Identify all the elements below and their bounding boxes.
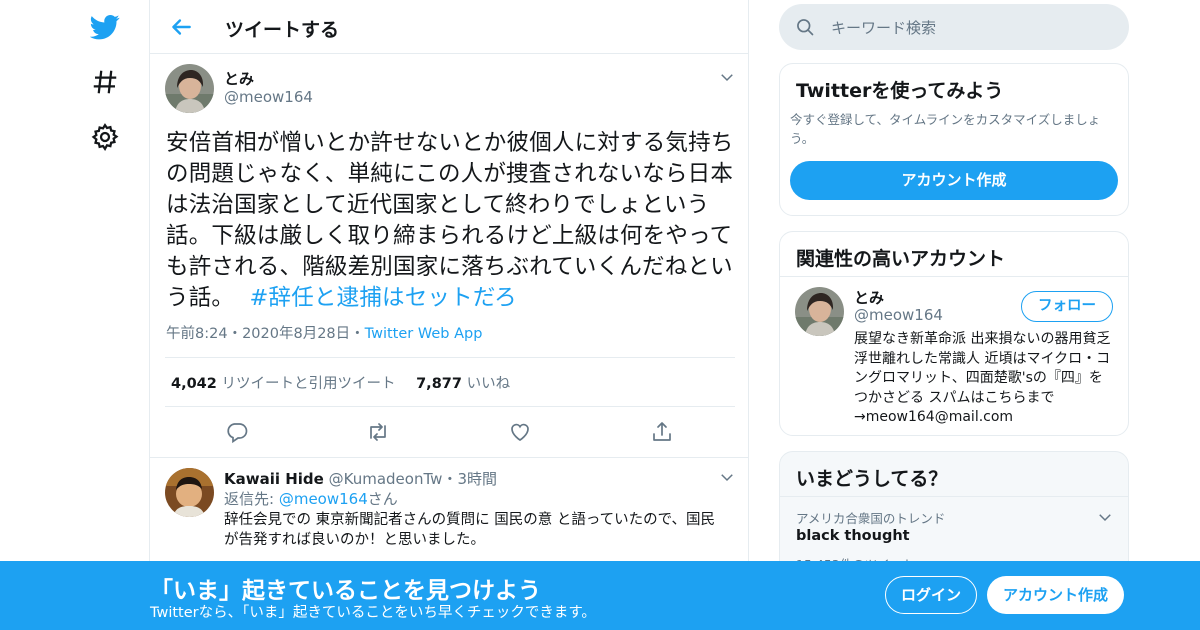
tweet-time[interactable]: 午前8:24 (166, 326, 228, 342)
retweet-stat[interactable]: 4,042 リツイートと引用ツイート (171, 376, 395, 392)
tweet-body: 安倍首相が憎いとか許せないとか彼個人に対する気持ちの問題じゃなく、単純にこの人が… (166, 128, 740, 314)
chevron-down-icon[interactable] (1096, 508, 1114, 526)
divider (165, 406, 735, 407)
trend-name[interactable]: black thought (796, 528, 910, 544)
twitter-bird-icon[interactable] (90, 12, 120, 42)
reply-icon[interactable] (225, 420, 249, 444)
related-card-title: 関連性の高いアカウント (796, 248, 1006, 270)
signup-card-title: Twitterを使ってみよう (796, 80, 1004, 102)
tweet-column: ツイートする とみ @meow164 安倍首相が憎いとか許せないとか彼個人に対す… (149, 0, 749, 630)
separator: ・ (442, 470, 458, 488)
divider (780, 276, 1128, 277)
author-name[interactable]: とみ (224, 68, 254, 89)
reply-to-handle[interactable]: @meow164 (279, 490, 368, 508)
like-heart-icon[interactable] (508, 420, 532, 444)
signup-card: Twitterを使ってみよう 今すぐ登録して、タイムラインをカスタマイズしましょ… (779, 63, 1129, 216)
separator: ・ (227, 326, 243, 342)
retweet-count: 4,042 (171, 376, 217, 392)
hashtag-link[interactable]: #辞任と逮捕はセットだろ (249, 285, 516, 311)
reply-author-line: Kawaii Hide @KumadeonTw・3時間 (224, 468, 497, 489)
share-icon[interactable] (650, 420, 674, 444)
chevron-down-icon[interactable] (718, 468, 736, 486)
search-input[interactable]: キーワード検索 (831, 17, 936, 38)
trend-context: アメリカ合衆国のトレンド (796, 511, 946, 526)
related-name[interactable]: とみ (854, 287, 884, 308)
signup-banner: 「いま」起きていることを見つけよう Twitterなら、「いま」起きていることを… (0, 561, 1200, 630)
divider (165, 357, 735, 358)
retweet-icon[interactable] (366, 420, 390, 444)
tweet-timestamp: 午前8:24・2020年8月28日・Twitter Web App (166, 322, 482, 343)
related-bio: 展望なき新革命派 出来損ないの器用貧乏 浮世離れした常識人 近頃はマイクロ・コン… (854, 331, 1111, 425)
create-account-button[interactable]: アカウント作成 (790, 161, 1118, 200)
login-button[interactable]: ログイン (885, 576, 977, 614)
like-stat[interactable]: 7,877 いいね (416, 376, 510, 392)
reply-author-handle[interactable]: @KumadeonTw (329, 470, 443, 488)
hashtag-icon[interactable] (90, 67, 120, 97)
reply-to-label: 返信先: (224, 490, 275, 508)
reply-to-line: 返信先: @meow164さん (224, 488, 398, 509)
reply-author-avatar[interactable] (165, 468, 214, 517)
back-arrow-icon[interactable] (168, 14, 194, 40)
reply-to-suffix: さん (367, 490, 398, 508)
banner-signup-button[interactable]: アカウント作成 (987, 576, 1124, 614)
trends-card-title: いまどうしてる？ (796, 468, 948, 490)
author-avatar[interactable] (165, 64, 214, 113)
retweet-label: リツイートと引用ツイート (221, 376, 396, 392)
like-label: いいね (466, 376, 511, 392)
separator: ・ (350, 326, 365, 342)
page-header: ツイートする (150, 0, 748, 54)
reply-time[interactable]: 3時間 (457, 470, 497, 488)
tweet-source[interactable]: Twitter Web App (365, 326, 483, 342)
page-title: ツイートする (225, 19, 340, 41)
search-icon (795, 17, 815, 37)
related-avatar[interactable] (795, 287, 844, 336)
gear-icon[interactable] (90, 122, 120, 152)
banner-subtitle: Twitterなら、「いま」起きていることをいち早くチェックできます。 (150, 605, 596, 621)
reply-author-name[interactable]: Kawaii Hide (224, 470, 324, 488)
signup-card-body: 今すぐ登録して、タイムラインをカスタマイズしましょう。 (790, 112, 1101, 146)
tweet-stats: 4,042 リツイートと引用ツイート 7,877 いいね (171, 372, 510, 393)
related-accounts-card: 関連性の高いアカウント とみ @meow164 フォロー 展望なき新革命派 出来… (779, 231, 1129, 436)
reply-tweet[interactable]: Kawaii Hide @KumadeonTw・3時間 返信先: @meow16… (150, 457, 748, 548)
follow-button[interactable]: フォロー (1021, 291, 1113, 322)
related-handle[interactable]: @meow164 (854, 306, 943, 324)
search-box[interactable]: キーワード検索 (779, 4, 1129, 50)
chevron-down-icon[interactable] (718, 68, 736, 86)
divider (780, 496, 1128, 497)
author-handle[interactable]: @meow164 (224, 88, 313, 106)
reply-text: 辞任会見での 東京新聞記者さんの質問に 国民の意 と語っていたので、国民が告発す… (224, 512, 716, 548)
tweet-date[interactable]: 2020年8月28日 (242, 326, 350, 342)
banner-title: 「いま」起きていることを見つけよう (150, 578, 541, 604)
tweet-text: 安倍首相が憎いとか許せないとか彼個人に対する気持ちの問題じゃなく、単純にこの人が… (166, 130, 734, 311)
like-count: 7,877 (416, 376, 462, 392)
